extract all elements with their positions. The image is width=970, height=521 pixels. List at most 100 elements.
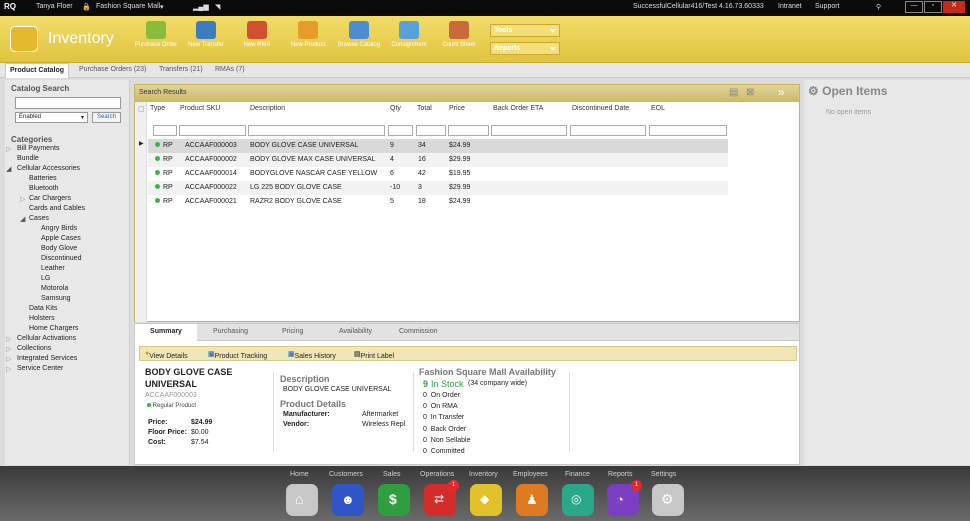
- chevron-down-icon[interactable]: ▾: [160, 3, 164, 11]
- col-back-order-eta[interactable]: Back Order ETA: [493, 105, 543, 112]
- expand-icon[interactable]: ▷: [6, 345, 11, 353]
- finance-button[interactable]: ◎: [562, 484, 594, 516]
- table-row[interactable]: RP ACCAAF000022 LG 225 BODY GLOVE CASE -10 3…: [148, 181, 728, 195]
- tab-availability[interactable]: Availability: [339, 328, 372, 335]
- inventory-button[interactable]: ◆: [470, 484, 502, 516]
- tree-item[interactable]: Integrated Services: [17, 355, 77, 362]
- tab-transfers[interactable]: Transfers (21): [159, 66, 203, 73]
- tree-item[interactable]: Apple Cases: [41, 235, 81, 242]
- tree-item[interactable]: Cellular Activations: [17, 335, 76, 342]
- filter-eol[interactable]: [649, 125, 727, 136]
- store-selector[interactable]: Fashion Square Mall: [96, 3, 160, 10]
- tools-dropdown[interactable]: Tools: [490, 24, 560, 37]
- consignment-button[interactable]: Consignment: [383, 21, 435, 48]
- tab-pricing[interactable]: Pricing: [282, 328, 303, 335]
- filter-price[interactable]: [448, 125, 489, 136]
- col-qty[interactable]: Qty: [390, 105, 401, 112]
- filter-total[interactable]: [416, 125, 446, 136]
- print-label-button[interactable]: ▤ Print Label: [354, 350, 394, 360]
- tree-item[interactable]: Home Chargers: [29, 325, 78, 332]
- browse-catalog-button[interactable]: Browse Catalog: [333, 21, 385, 48]
- tree-item[interactable]: Discontinued: [41, 255, 81, 262]
- tree-item[interactable]: Leather: [41, 265, 65, 272]
- tree-item[interactable]: Angry Birds: [41, 225, 77, 232]
- expand-icon[interactable]: ▷: [6, 365, 11, 373]
- tree-item[interactable]: Collections: [17, 345, 51, 352]
- expand-icon[interactable]: ▷: [20, 195, 25, 203]
- sales-button[interactable]: $: [378, 484, 410, 516]
- intranet-link[interactable]: Intranet: [778, 3, 802, 10]
- col-total[interactable]: Total: [417, 105, 432, 112]
- tree-item[interactable]: Samsung: [41, 295, 71, 302]
- customers-button[interactable]: ☻: [332, 484, 364, 516]
- col-sku[interactable]: Product SKU: [180, 105, 220, 112]
- search-button[interactable]: Search: [92, 112, 121, 123]
- table-row[interactable]: RP ACCAAF000002 BODY GLOVE MAX CASE UNIVER…: [148, 153, 728, 167]
- search-icon[interactable]: ⚲: [876, 3, 881, 11]
- tab-product-catalog[interactable]: Product Catalog: [5, 63, 70, 78]
- tree-item[interactable]: Cards and Cables: [29, 205, 85, 212]
- home-button[interactable]: ⌂: [286, 484, 318, 516]
- tree-item[interactable]: Motorola: [41, 285, 68, 292]
- catalog-search-input[interactable]: [15, 97, 121, 109]
- table-row[interactable]: RP ACCAAF000021 RAZR2 BODY GLOVE CASE 5 18 $2…: [148, 195, 728, 209]
- tab-commission[interactable]: Commission: [399, 328, 438, 335]
- user-name[interactable]: Tanya Floer: [36, 3, 73, 10]
- filter-type[interactable]: [153, 125, 177, 136]
- status-select[interactable]: Enabled ▾: [15, 112, 88, 123]
- col-discontinued-date[interactable]: Discontinued Date: [572, 105, 629, 112]
- purchase-order-button[interactable]: Purchase Order: [130, 21, 182, 48]
- product-tracking-button[interactable]: ▣ Product Tracking: [208, 350, 267, 360]
- tree-item[interactable]: Cases: [29, 215, 49, 222]
- restore-button[interactable]: ▫: [924, 1, 942, 13]
- tree-item[interactable]: Bill Payments: [17, 145, 59, 152]
- tree-item[interactable]: Bluetooth: [29, 185, 59, 192]
- reports-dropdown[interactable]: Reports: [490, 42, 560, 55]
- filter-description[interactable]: [248, 125, 385, 136]
- support-menu[interactable]: Support: [815, 3, 840, 10]
- employees-button[interactable]: ♟: [516, 484, 548, 516]
- filter-sku[interactable]: [179, 125, 246, 136]
- minimize-button[interactable]: —: [905, 1, 923, 13]
- filter-qty[interactable]: [388, 125, 413, 136]
- reports-button[interactable]: ◔ 1: [607, 480, 642, 516]
- filter-back-order-eta[interactable]: [491, 125, 567, 136]
- tree-item[interactable]: Body Glove: [41, 245, 77, 252]
- tab-summary[interactable]: Summary: [135, 324, 197, 341]
- col-type[interactable]: Type: [150, 105, 165, 112]
- sales-history-button[interactable]: ▣ Sales History: [288, 350, 336, 360]
- select-all-icon[interactable]: ▢: [138, 105, 145, 113]
- count-sheet-button[interactable]: Count Sheet: [433, 21, 485, 48]
- settings-button[interactable]: ⚙: [652, 484, 684, 516]
- expand-icon[interactable]: ▷: [6, 335, 11, 343]
- expand-icon[interactable]: ▷: [6, 355, 11, 363]
- tree-item[interactable]: Cellular Accessories: [17, 165, 80, 172]
- lock-icon[interactable]: 🔒: [82, 3, 91, 11]
- tree-item[interactable]: Batteries: [29, 175, 57, 182]
- tab-purchase-orders[interactable]: Purchase Orders (23): [79, 66, 146, 73]
- tree-item[interactable]: Data Kits: [29, 305, 57, 312]
- tab-purchasing[interactable]: Purchasing: [213, 328, 248, 335]
- collapse-icon[interactable]: ◢: [6, 165, 11, 173]
- print-icon[interactable]: ▤: [729, 87, 738, 98]
- expand-icon[interactable]: ▷: [6, 145, 11, 153]
- expand-panel-icon[interactable]: »: [778, 85, 785, 99]
- new-transfer-button[interactable]: New Transfer: [180, 21, 232, 48]
- close-button[interactable]: ✕: [943, 1, 965, 13]
- col-price[interactable]: Price: [449, 105, 465, 112]
- operations-button[interactable]: ⇄ 1: [424, 480, 459, 516]
- tree-item[interactable]: LG: [41, 275, 50, 282]
- tree-item[interactable]: Holsters: [29, 315, 55, 322]
- tree-item[interactable]: Service Center: [17, 365, 63, 372]
- new-product-button[interactable]: New Product: [282, 21, 334, 48]
- new-rma-button[interactable]: New RMA: [231, 21, 283, 48]
- view-details-button[interactable]: ● View Details: [145, 350, 188, 360]
- tab-rmas[interactable]: RMAs (7): [215, 66, 245, 73]
- table-row[interactable]: RP ACCAAF000014 BODYGLOVE NASCAR CASE YELL…: [148, 167, 728, 181]
- table-row[interactable]: RP ACCAAF000003 BODY GLOVE CASE UNIVERSAL 9…: [148, 139, 728, 153]
- export-icon[interactable]: ⊠: [746, 87, 754, 98]
- filter-discontinued-date[interactable]: [570, 125, 646, 136]
- tree-item[interactable]: Car Chargers: [29, 195, 71, 202]
- collapse-icon[interactable]: ◢: [20, 215, 25, 223]
- col-description[interactable]: Description: [250, 105, 285, 112]
